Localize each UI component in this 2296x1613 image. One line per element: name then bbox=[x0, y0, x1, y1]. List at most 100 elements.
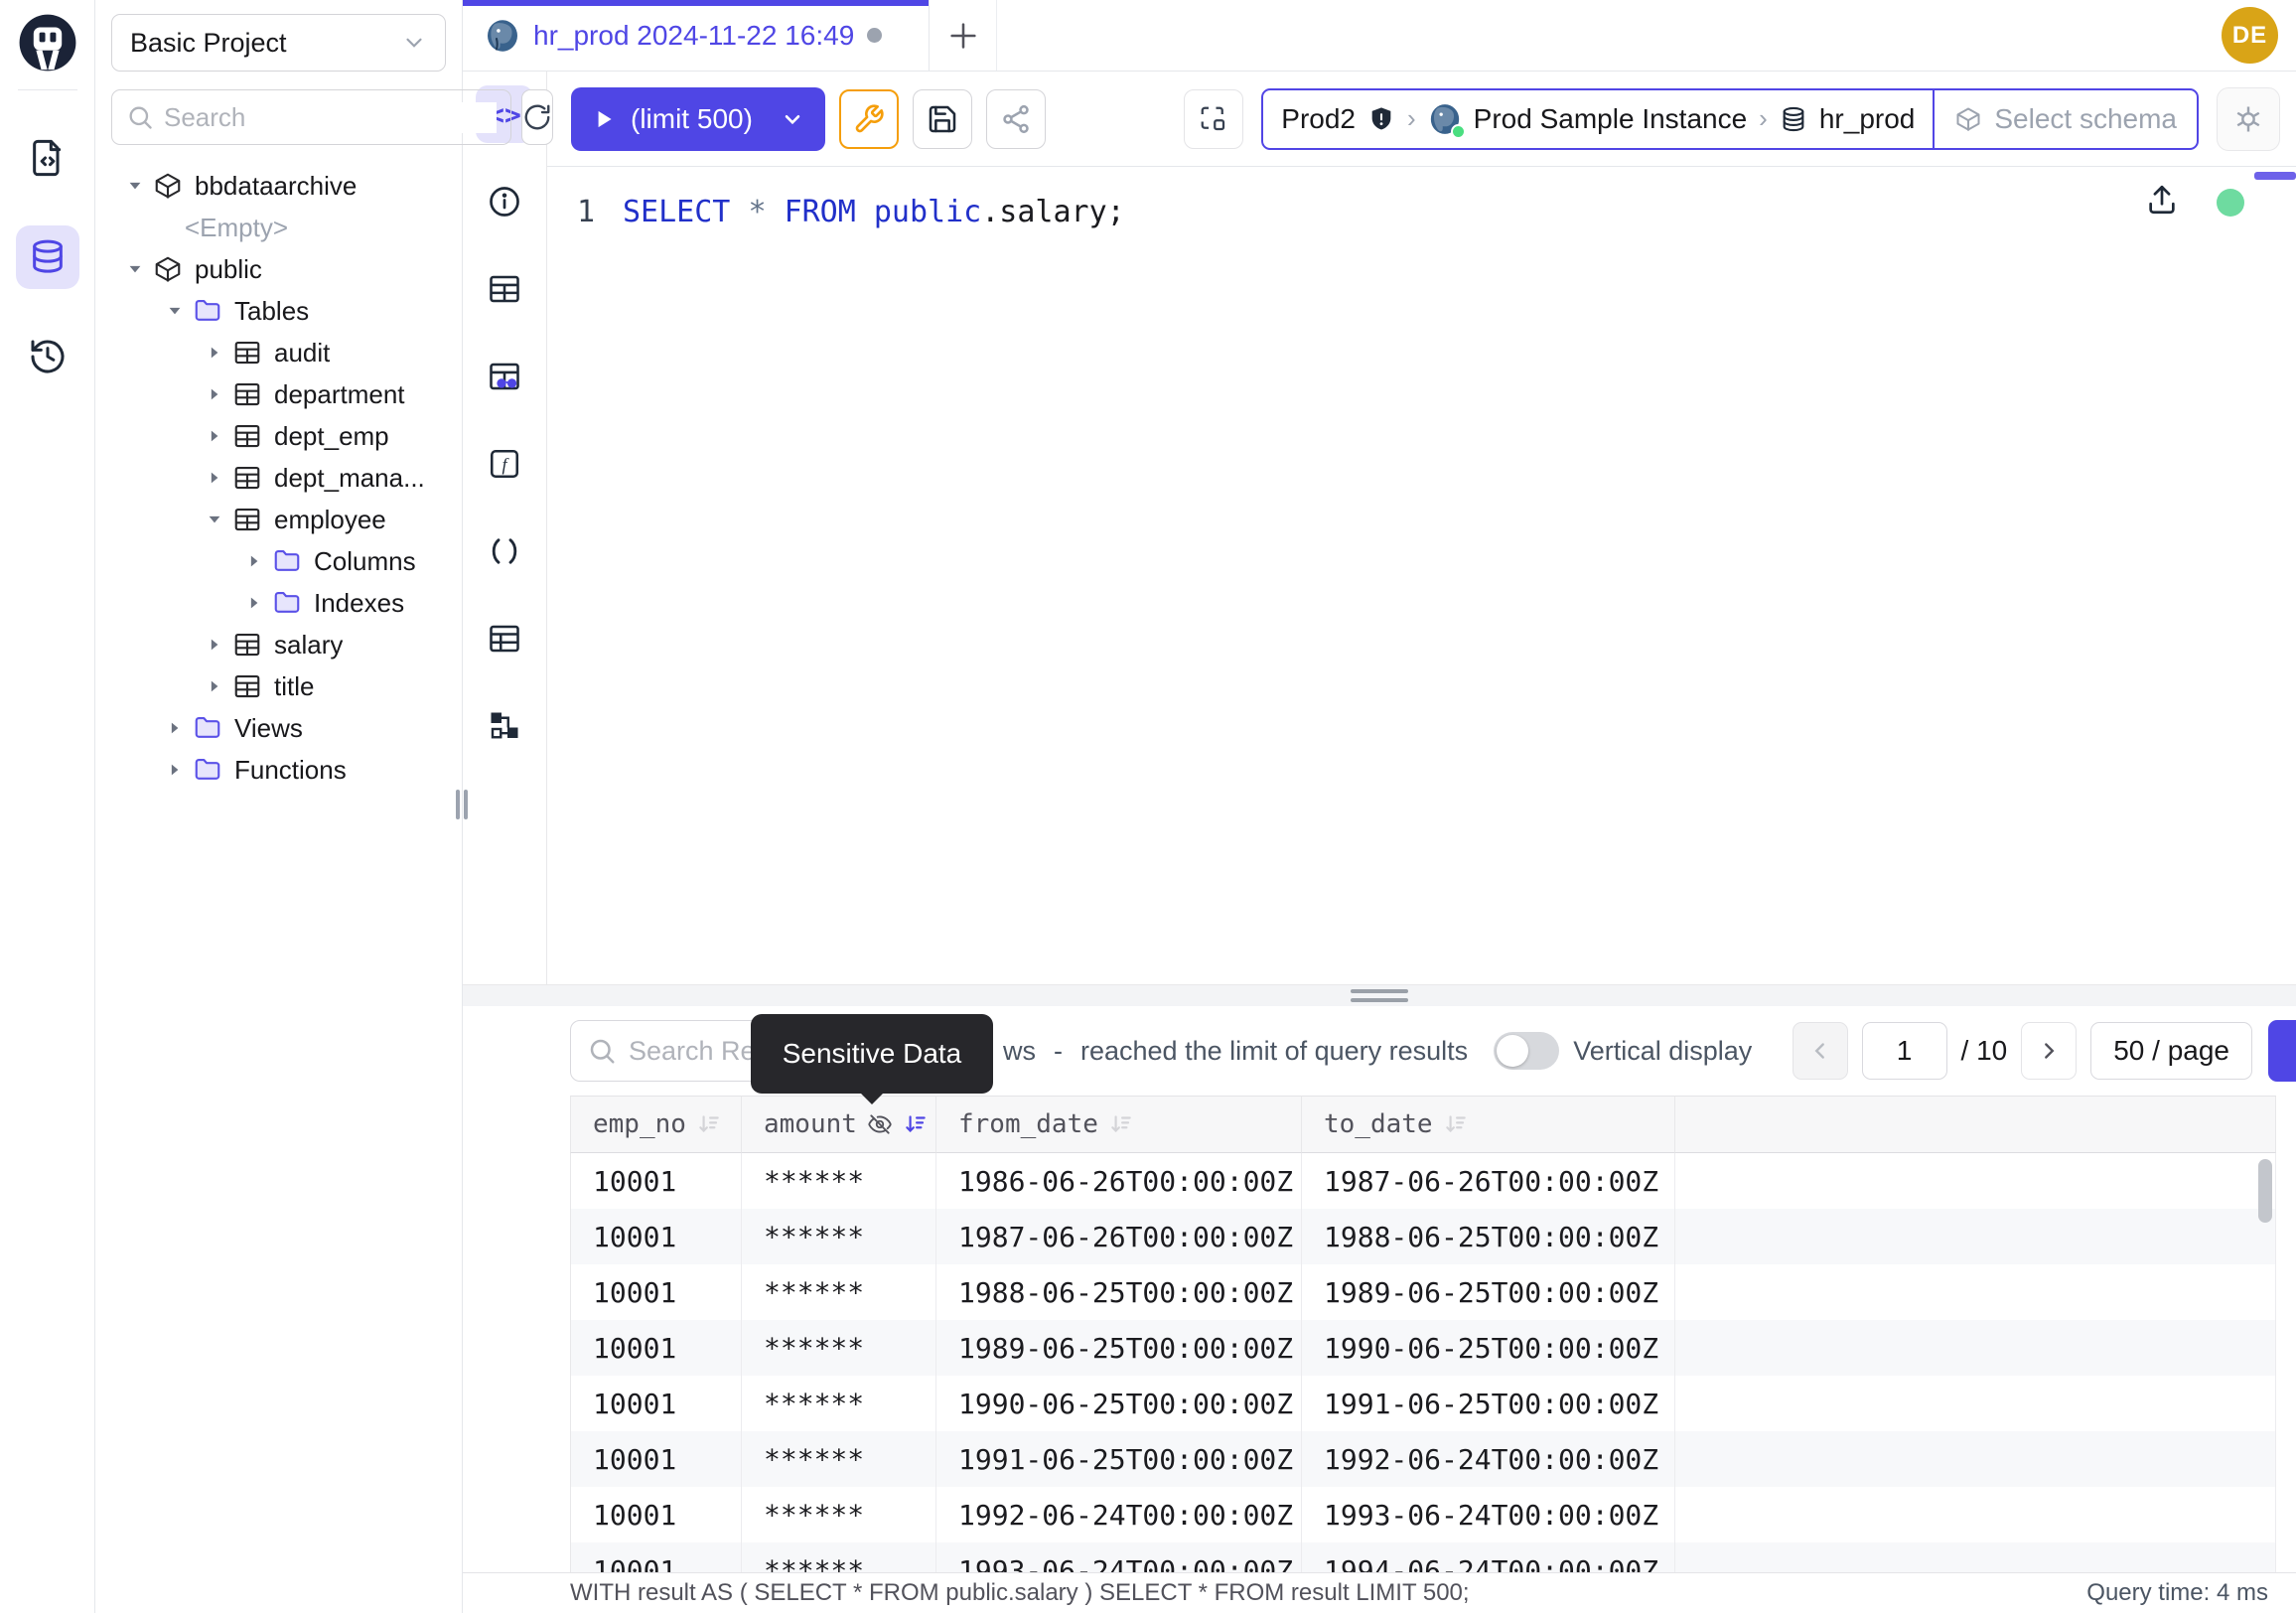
caret-down-icon[interactable] bbox=[123, 260, 147, 278]
tree-item-columns[interactable]: Columns bbox=[111, 540, 446, 582]
cell-emp_no[interactable]: 10001 bbox=[570, 1320, 742, 1376]
run-query-button[interactable]: (limit 500) bbox=[571, 87, 825, 151]
code-line[interactable]: 1 SELECT * FROM public.salary; bbox=[547, 191, 2296, 234]
cell-to_date[interactable]: 1989-06-25T00:00:00Z bbox=[1302, 1264, 1675, 1320]
column-header-emp_no[interactable]: emp_no bbox=[570, 1096, 742, 1153]
caret-right-icon[interactable] bbox=[242, 594, 266, 612]
upload-icon[interactable] bbox=[2145, 183, 2179, 224]
procedure-parens-icon[interactable] bbox=[476, 522, 533, 580]
sort-icon[interactable] bbox=[1108, 1111, 1134, 1137]
ai-assistant-button[interactable] bbox=[2217, 87, 2280, 151]
cell-from_date[interactable]: 1992-06-24T00:00:00Z bbox=[936, 1487, 1302, 1542]
column-header-from_date[interactable]: from_date bbox=[936, 1096, 1302, 1153]
tree-item-dept-emp[interactable]: dept_emp bbox=[111, 415, 446, 457]
tree-item-dept-mana[interactable]: dept_mana... bbox=[111, 457, 446, 499]
cell-emp_no[interactable]: 10001 bbox=[570, 1431, 742, 1487]
caret-down-icon[interactable] bbox=[203, 511, 226, 528]
masked-data-icon[interactable] bbox=[476, 348, 533, 405]
cell-emp_no[interactable]: 10001 bbox=[570, 1376, 742, 1431]
tree-item-salary[interactable]: salary bbox=[111, 624, 446, 665]
refresh-button[interactable] bbox=[521, 89, 553, 145]
project-select[interactable]: Basic Project bbox=[111, 14, 446, 72]
cell-to_date[interactable]: 1987-06-26T00:00:00Z bbox=[1302, 1153, 1675, 1209]
cell-to_date[interactable]: 1992-06-24T00:00:00Z bbox=[1302, 1431, 1675, 1487]
cell-to_date[interactable]: 1991-06-25T00:00:00Z bbox=[1302, 1376, 1675, 1431]
caret-right-icon[interactable] bbox=[242, 552, 266, 570]
cell-from_date[interactable]: 1986-06-26T00:00:00Z bbox=[936, 1153, 1302, 1209]
info-icon[interactable] bbox=[476, 173, 533, 230]
caret-down-icon[interactable] bbox=[123, 177, 147, 195]
table-columns-icon[interactable] bbox=[476, 260, 533, 318]
cell-to_date[interactable]: 1990-06-25T00:00:00Z bbox=[1302, 1320, 1675, 1376]
column-header-amount[interactable]: amount bbox=[742, 1096, 936, 1153]
page-number-input[interactable]: 1 bbox=[1862, 1022, 1947, 1080]
page-size-select[interactable]: 50 / page bbox=[2090, 1022, 2252, 1080]
sort-icon[interactable] bbox=[903, 1111, 929, 1137]
tree-item-bbdataarchive[interactable]: bbdataarchive bbox=[111, 165, 446, 207]
column-header-to_date[interactable]: to_date bbox=[1302, 1096, 1675, 1153]
history-icon[interactable] bbox=[16, 325, 79, 388]
cell-amount[interactable]: ****** bbox=[742, 1376, 936, 1431]
editor-scrollbar-thumb[interactable] bbox=[2254, 172, 2296, 180]
worksheet-icon[interactable] bbox=[16, 126, 79, 190]
tree-item-title[interactable]: title bbox=[111, 665, 446, 707]
tree-item-tables[interactable]: Tables bbox=[111, 290, 446, 332]
new-tab-button[interactable] bbox=[930, 0, 997, 71]
table-scrollbar-thumb[interactable] bbox=[2258, 1159, 2272, 1223]
tree-item-employee[interactable]: employee bbox=[111, 499, 446, 540]
cell-from_date[interactable]: 1990-06-25T00:00:00Z bbox=[936, 1376, 1302, 1431]
caret-right-icon[interactable] bbox=[203, 344, 226, 362]
tree-item-empty[interactable]: <Empty> bbox=[111, 207, 446, 248]
cell-from_date[interactable]: 1987-06-26T00:00:00Z bbox=[936, 1209, 1302, 1264]
user-avatar[interactable]: DE bbox=[2222, 7, 2278, 64]
tree-item-views[interactable]: Views bbox=[111, 707, 446, 749]
function-icon[interactable]: f bbox=[476, 435, 533, 493]
tree-item-audit[interactable]: audit bbox=[111, 332, 446, 373]
cell-amount[interactable]: ****** bbox=[742, 1542, 936, 1572]
cell-emp_no[interactable]: 10001 bbox=[570, 1542, 742, 1572]
cell-to_date[interactable]: 1993-06-24T00:00:00Z bbox=[1302, 1487, 1675, 1542]
cell-amount[interactable]: ****** bbox=[742, 1487, 936, 1542]
next-page-button[interactable] bbox=[2021, 1022, 2077, 1080]
caret-right-icon[interactable] bbox=[203, 385, 226, 403]
bytebase-logo-icon[interactable] bbox=[17, 12, 78, 73]
cell-from_date[interactable]: 1991-06-25T00:00:00Z bbox=[936, 1431, 1302, 1487]
panel-resize-handle[interactable] bbox=[463, 984, 2296, 1006]
select-schema-button[interactable]: Select schema bbox=[1935, 90, 2197, 148]
database-icon[interactable] bbox=[16, 225, 79, 289]
tree-item-public[interactable]: public bbox=[111, 248, 446, 290]
caret-right-icon[interactable] bbox=[203, 677, 226, 695]
run-options-chevron[interactable] bbox=[769, 100, 815, 138]
caret-down-icon[interactable] bbox=[163, 302, 187, 320]
save-button[interactable] bbox=[913, 89, 972, 149]
export-button-partial[interactable] bbox=[2268, 1020, 2296, 1082]
cell-amount[interactable]: ****** bbox=[742, 1264, 936, 1320]
tree-item-indexes[interactable]: Indexes bbox=[111, 582, 446, 624]
cell-emp_no[interactable]: 10001 bbox=[570, 1209, 742, 1264]
cell-amount[interactable]: ****** bbox=[742, 1431, 936, 1487]
tree-item-functions[interactable]: Functions bbox=[111, 749, 446, 791]
schema-diagram-icon[interactable] bbox=[476, 697, 533, 755]
prev-page-button[interactable] bbox=[1793, 1022, 1848, 1080]
cell-from_date[interactable]: 1988-06-25T00:00:00Z bbox=[936, 1264, 1302, 1320]
cell-from_date[interactable]: 1993-06-24T00:00:00Z bbox=[936, 1542, 1302, 1572]
cell-amount[interactable]: ****** bbox=[742, 1320, 936, 1376]
tab-hr-prod[interactable]: hr_prod 2024-11-22 16:49 bbox=[463, 0, 930, 71]
share-button[interactable] bbox=[986, 89, 1046, 149]
cell-emp_no[interactable]: 10001 bbox=[570, 1487, 742, 1542]
table-data-icon[interactable] bbox=[476, 610, 533, 667]
caret-right-icon[interactable] bbox=[203, 469, 226, 487]
sort-icon[interactable] bbox=[696, 1111, 722, 1137]
cell-to_date[interactable]: 1994-06-24T00:00:00Z bbox=[1302, 1542, 1675, 1572]
cell-emp_no[interactable]: 10001 bbox=[570, 1153, 742, 1209]
vertical-display-toggle[interactable] bbox=[1494, 1032, 1559, 1070]
batch-query-button[interactable] bbox=[1184, 89, 1243, 149]
sidebar-search-input[interactable] bbox=[164, 102, 497, 133]
format-sql-button[interactable] bbox=[839, 89, 899, 149]
sort-icon[interactable] bbox=[1443, 1111, 1469, 1137]
caret-right-icon[interactable] bbox=[203, 427, 226, 445]
cell-from_date[interactable]: 1989-06-25T00:00:00Z bbox=[936, 1320, 1302, 1376]
tree-item-department[interactable]: department bbox=[111, 373, 446, 415]
caret-right-icon[interactable] bbox=[203, 636, 226, 654]
caret-right-icon[interactable] bbox=[163, 761, 187, 779]
